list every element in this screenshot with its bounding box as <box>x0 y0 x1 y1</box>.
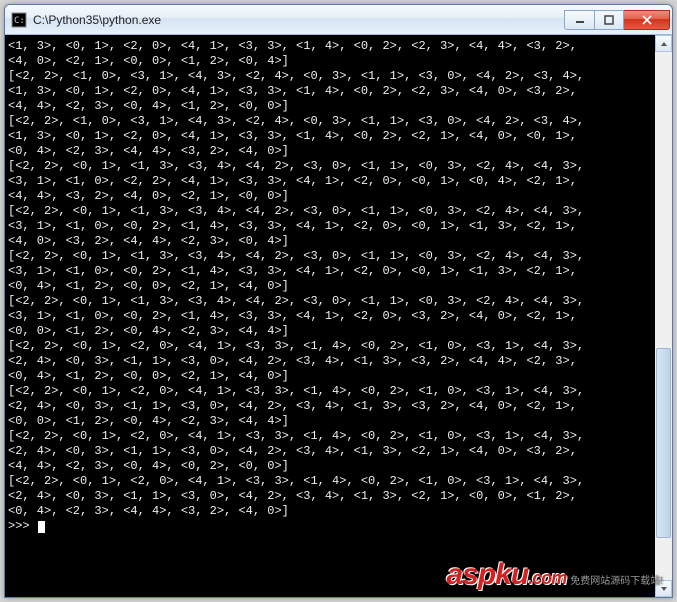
scrollbar-track[interactable] <box>655 52 672 580</box>
window-controls <box>564 10 670 30</box>
svg-text:C:: C: <box>14 16 25 26</box>
console-client-area: <1, 3>, <0, 1>, <2, 0>, <4, 1>, <3, 3>, … <box>5 35 672 597</box>
vertical-scrollbar[interactable] <box>655 35 672 597</box>
chevron-up-icon <box>660 40 668 48</box>
minimize-icon <box>575 15 585 25</box>
titlebar[interactable]: C: C:\Python35\python.exe <box>5 5 672 35</box>
scroll-up-button[interactable] <box>655 35 672 52</box>
maximize-button[interactable] <box>594 10 624 30</box>
window-title: C:\Python35\python.exe <box>33 13 564 27</box>
text-cursor <box>38 521 45 533</box>
scroll-down-button[interactable] <box>655 580 672 597</box>
close-button[interactable] <box>624 10 670 30</box>
close-icon <box>641 15 653 25</box>
console-output[interactable]: <1, 3>, <0, 1>, <2, 0>, <4, 1>, <3, 3>, … <box>5 35 655 597</box>
minimize-button[interactable] <box>564 10 594 30</box>
app-icon: C: <box>11 12 27 28</box>
chevron-down-icon <box>660 585 668 593</box>
console-window: C: C:\Python35\python.exe <1, 3>, <0, 1>… <box>4 4 673 598</box>
maximize-icon <box>604 15 614 25</box>
scrollbar-thumb[interactable] <box>656 348 671 538</box>
